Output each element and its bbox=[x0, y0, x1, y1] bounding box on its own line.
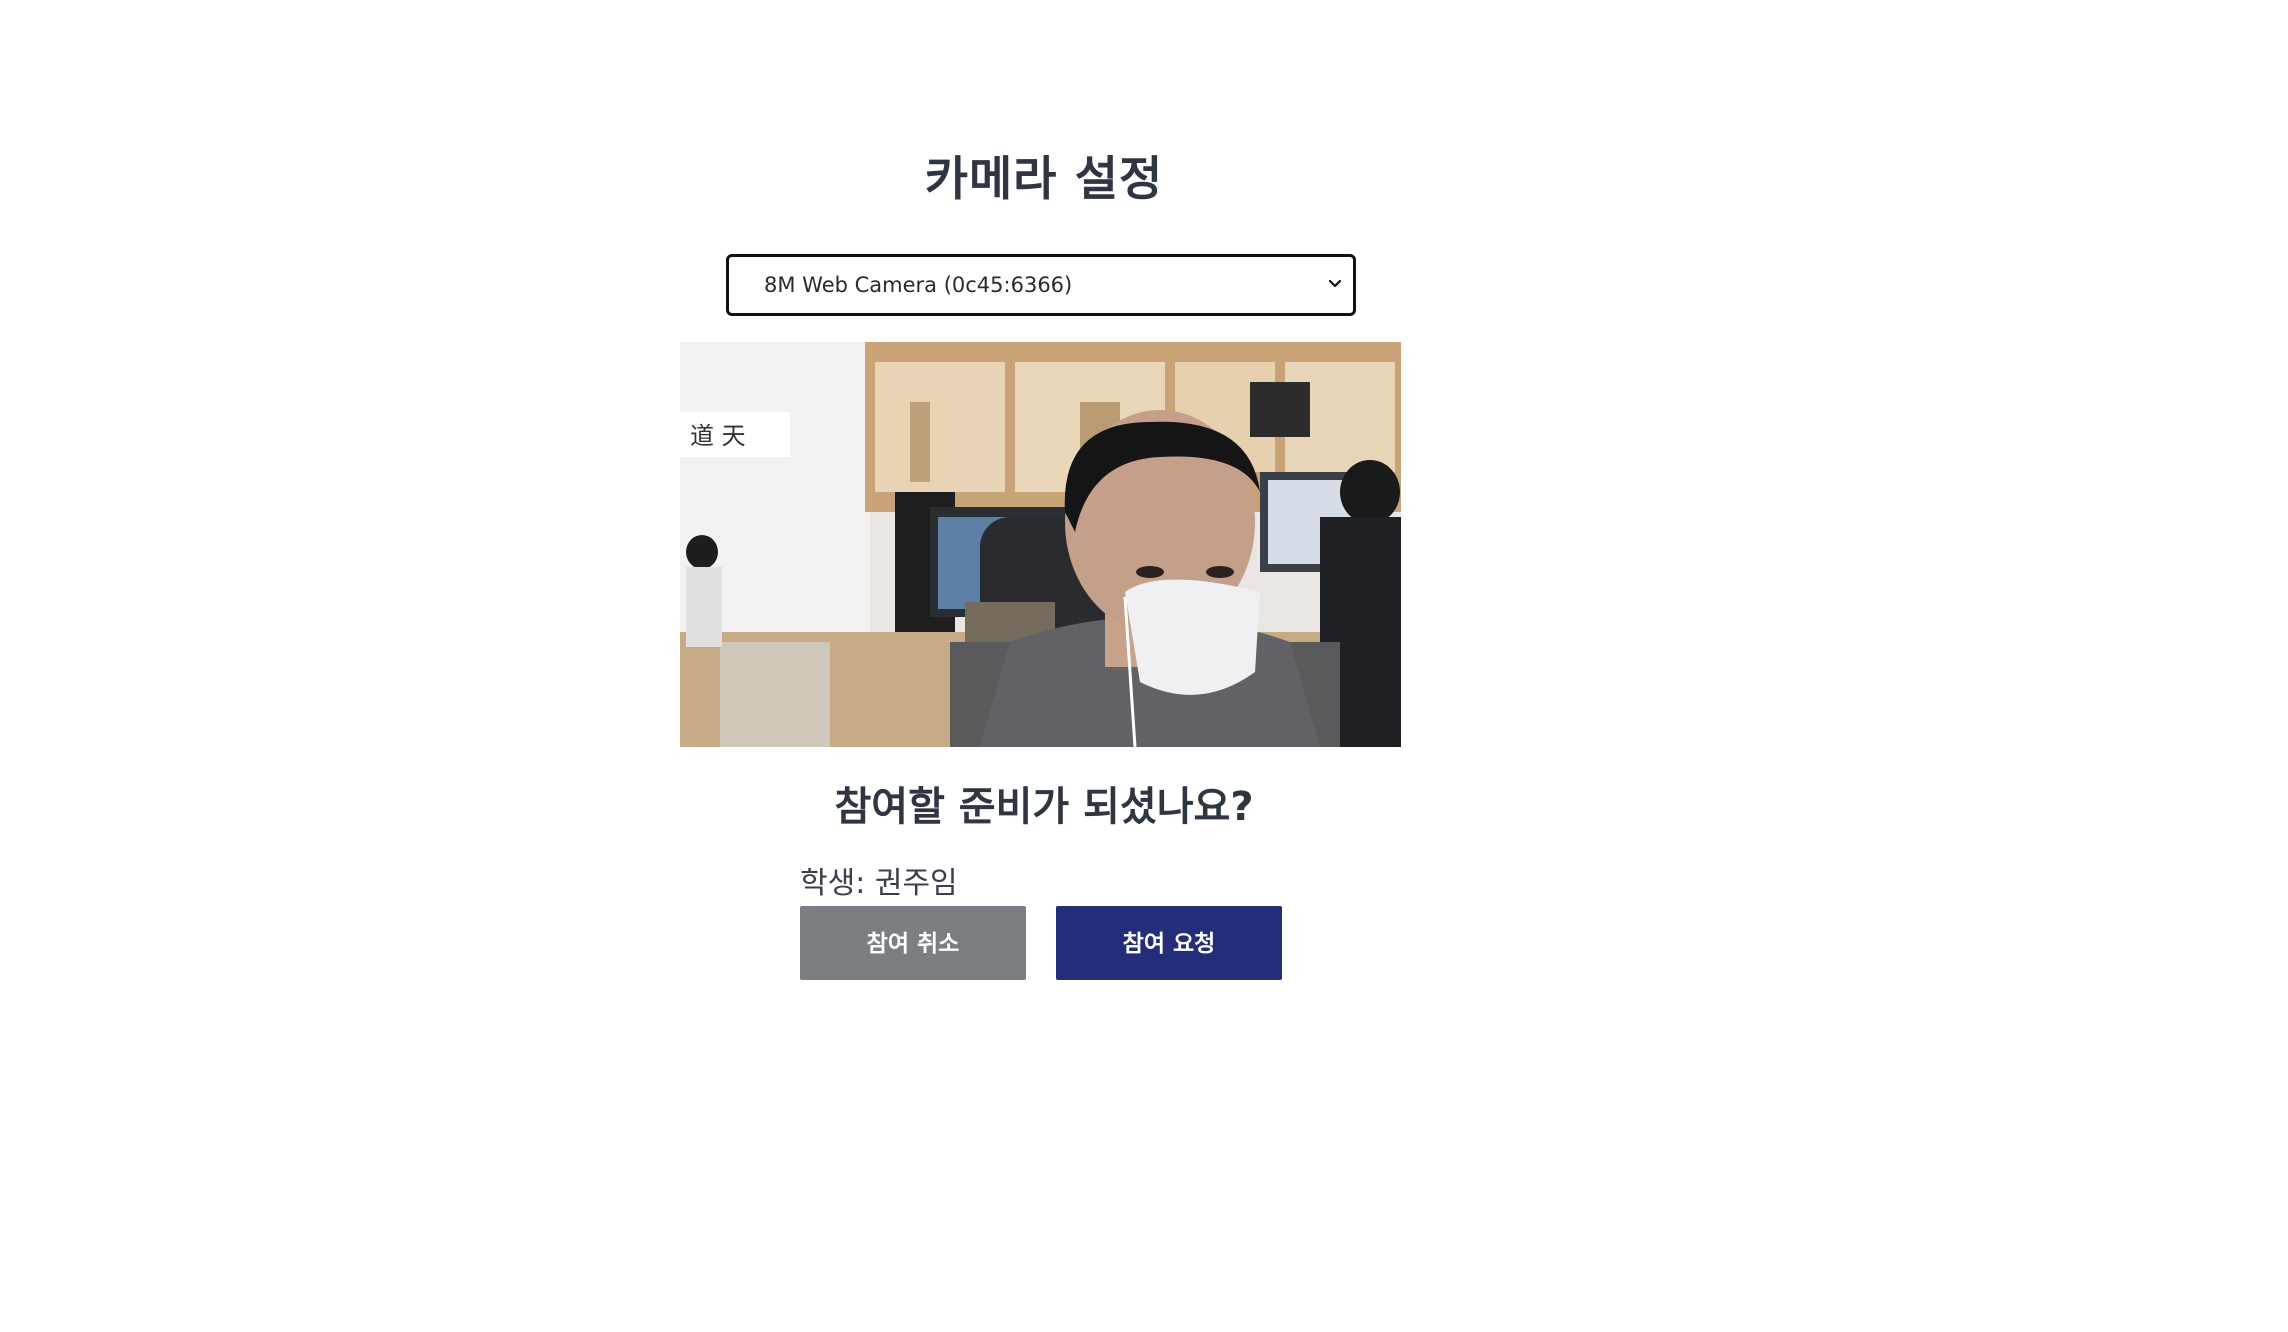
camera-settings-page: 카메라 설정 8M Web Camera (0c45:6366) 道 天 참여할… bbox=[0, 0, 2288, 1332]
ready-question: 참여할 준비가 되셨나요? bbox=[834, 784, 1254, 830]
student-label: 학생: 권주임 bbox=[800, 866, 958, 901]
svg-text:道 天: 道 天 bbox=[690, 422, 746, 450]
page-title: 카메라 설정 bbox=[924, 152, 1164, 207]
webcam-preview-image: 道 天 bbox=[680, 342, 1401, 747]
camera-select-value: 8M Web Camera (0c45:6366) bbox=[764, 273, 1073, 297]
cancel-join-button[interactable]: 참여 취소 bbox=[800, 906, 1026, 980]
camera-select[interactable]: 8M Web Camera (0c45:6366) bbox=[726, 254, 1356, 316]
video-preview: 道 天 bbox=[680, 342, 1401, 747]
request-join-button[interactable]: 참여 요청 bbox=[1056, 906, 1282, 980]
chevron-down-icon bbox=[1328, 279, 1342, 288]
